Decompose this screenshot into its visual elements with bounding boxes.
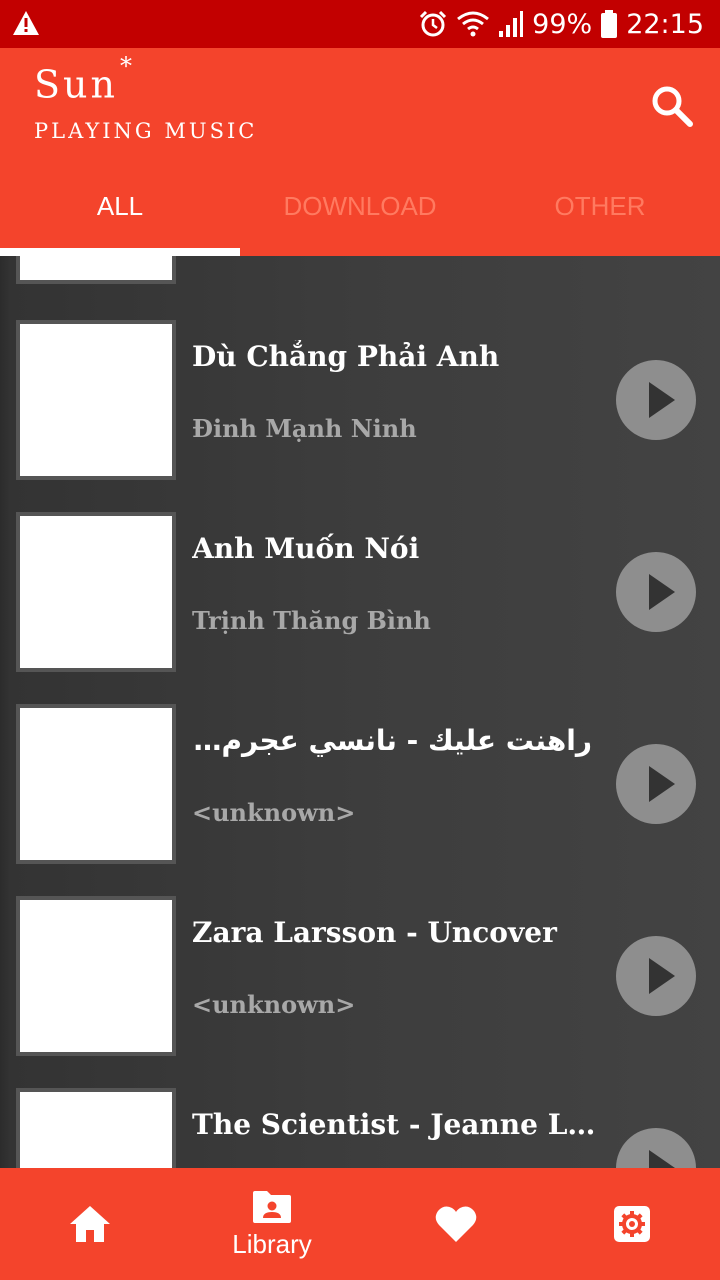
app-subtitle: PLAYING MUSIC xyxy=(34,119,258,143)
status-icons: 99% 22:15 xyxy=(418,6,704,42)
clock: 22:15 xyxy=(626,8,704,40)
nav-library-label: Library xyxy=(232,1228,312,1259)
song-thumbnail xyxy=(16,1088,176,1168)
search-icon[interactable] xyxy=(648,82,694,128)
song-list[interactable]: Dù Chẳng Phải Anh Đinh Mạnh Ninh Anh Muố… xyxy=(0,256,720,1168)
nav-settings[interactable] xyxy=(542,1168,720,1280)
library-folder-icon xyxy=(253,1190,291,1223)
tab-indicator xyxy=(0,248,240,256)
tab-bar: ALL DOWNLOAD OTHER xyxy=(0,168,720,256)
nav-home[interactable] xyxy=(0,1168,180,1280)
song-thumbnail xyxy=(16,256,176,284)
app-title-mark: * xyxy=(119,52,135,80)
battery-percent: 99% xyxy=(532,8,593,40)
status-bar: 99% 22:15 xyxy=(0,0,720,48)
battery-icon xyxy=(601,10,618,38)
song-title: Anh Muốn Nói xyxy=(192,532,420,565)
song-thumbnail xyxy=(16,704,176,864)
tab-all[interactable]: ALL xyxy=(0,162,240,250)
song-artist: <unknown> xyxy=(192,798,356,827)
app-bar: Sun* PLAYING MUSIC ALL DOWNLOAD OTHER xyxy=(0,48,720,256)
app-title: Sun* xyxy=(34,52,135,107)
app-title-text: Sun xyxy=(34,62,118,107)
song-title: Dù Chẳng Phải Anh xyxy=(192,340,500,373)
play-icon[interactable] xyxy=(616,744,696,824)
settings-icon xyxy=(614,1206,650,1242)
play-icon[interactable] xyxy=(616,936,696,1016)
signal-icon xyxy=(499,11,524,37)
heart-icon xyxy=(435,1206,477,1242)
warning-icon xyxy=(13,11,39,35)
song-thumbnail xyxy=(16,512,176,672)
play-icon[interactable] xyxy=(616,552,696,632)
tab-download[interactable]: DOWNLOAD xyxy=(240,162,480,250)
song-title: راهنت عليك - نانسي عجرم 2014 xyxy=(192,724,592,757)
play-icon[interactable] xyxy=(616,360,696,440)
song-title: The Scientist - Jeanne Lu... xyxy=(192,1108,602,1141)
song-artist: Trịnh Thăng Bình xyxy=(192,606,431,635)
nav-favorites[interactable] xyxy=(366,1168,546,1280)
nav-library[interactable]: Library xyxy=(182,1168,362,1280)
song-artist: <unknown> xyxy=(192,990,356,1019)
wifi-icon xyxy=(457,11,490,37)
bottom-navigation: Library xyxy=(0,1168,720,1280)
tab-other[interactable]: OTHER xyxy=(480,162,720,250)
song-thumbnail xyxy=(16,896,176,1056)
play-icon[interactable] xyxy=(616,1128,696,1168)
song-thumbnail xyxy=(16,320,176,480)
song-artist: Đinh Mạnh Ninh xyxy=(192,414,417,443)
alarm-icon xyxy=(420,10,447,37)
home-icon xyxy=(70,1206,110,1242)
song-title: Zara Larsson - Uncover xyxy=(192,916,557,949)
